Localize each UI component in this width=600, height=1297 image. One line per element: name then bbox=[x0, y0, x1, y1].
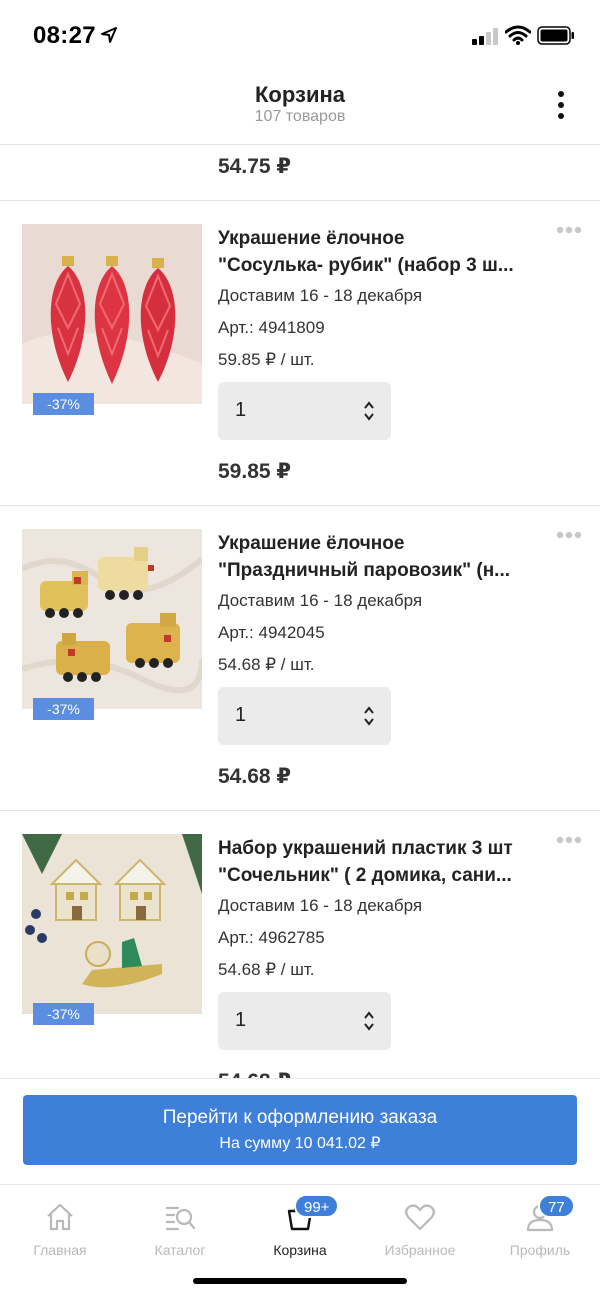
status-time: 08:27 bbox=[33, 22, 96, 49]
product-image[interactable] bbox=[22, 529, 202, 709]
heart-icon bbox=[405, 1204, 435, 1231]
tab-catalog[interactable]: Каталог bbox=[120, 1185, 240, 1265]
quantity-stepper[interactable]: 1 bbox=[218, 992, 391, 1050]
product-name-line1[interactable]: Украшение ёлочное bbox=[218, 225, 548, 252]
product-image[interactable] bbox=[22, 834, 202, 1014]
tab-label: Главная bbox=[33, 1242, 87, 1258]
delivery-date: Доставим 16 - 18 декабря bbox=[218, 286, 423, 305]
items-count: 107 товаров bbox=[254, 108, 346, 125]
profile-badge: 77 bbox=[538, 1194, 575, 1218]
cart-item: -37% Украшение ёлочное "Сосулька- рубик"… bbox=[0, 201, 600, 506]
product-name-line2[interactable]: "Сочельник" ( 2 домика, сани... bbox=[218, 862, 548, 889]
tab-home[interactable]: Главная bbox=[0, 1185, 120, 1265]
delivery-date: Доставим 16 - 18 декабря bbox=[218, 896, 423, 915]
item-total: 54.68 ₽ bbox=[218, 765, 291, 788]
tab-label: Корзина bbox=[273, 1242, 327, 1258]
up-down-chevron-icon bbox=[364, 706, 374, 726]
home-icon bbox=[47, 1203, 73, 1231]
item-total: 54.68 ₽ bbox=[218, 1069, 291, 1078]
item-total: 59.85 ₽ bbox=[218, 460, 291, 483]
tab-label: Избранное bbox=[384, 1242, 456, 1258]
tab-favorites[interactable]: Избранное bbox=[360, 1185, 480, 1265]
tab-label: Профиль bbox=[509, 1242, 571, 1258]
article-number: Арт.: 4941809 bbox=[218, 318, 325, 337]
cart-item: -37% Набор украшений пластик 3 шт "Сочел… bbox=[0, 811, 600, 1078]
quantity-stepper[interactable]: 1 bbox=[218, 382, 391, 440]
unit-price: 59.85 ₽ / шт. bbox=[218, 350, 315, 369]
more-horizontal-icon[interactable] bbox=[556, 529, 582, 541]
checkout-label: Перейти к оформлению заказа bbox=[162, 1107, 438, 1128]
quantity-value: 1 bbox=[235, 1009, 247, 1031]
checkout-sum: На сумму 10 041.02 ₽ bbox=[219, 1135, 381, 1152]
catalog-search-icon bbox=[165, 1206, 196, 1231]
article-number: Арт.: 4942045 bbox=[218, 623, 325, 642]
unit-price: 54.68 ₽ / шт. bbox=[218, 960, 315, 979]
battery-icon bbox=[537, 26, 574, 45]
location-arrow-icon bbox=[101, 27, 117, 43]
tab-profile[interactable]: 77 Профиль bbox=[480, 1185, 600, 1265]
list-item: 54.75 ₽ bbox=[0, 146, 600, 201]
cart-header: Корзина 107 товаров bbox=[0, 70, 600, 145]
delivery-date: Доставим 16 - 18 декабря bbox=[218, 591, 423, 610]
wifi-icon bbox=[505, 25, 531, 45]
product-image[interactable] bbox=[22, 224, 202, 404]
more-horizontal-icon[interactable] bbox=[556, 224, 582, 236]
cellular-signal-icon bbox=[472, 28, 498, 45]
more-horizontal-icon[interactable] bbox=[556, 834, 582, 846]
status-bar: 08:27 bbox=[0, 0, 600, 70]
product-name-line1[interactable]: Набор украшений пластик 3 шт bbox=[218, 835, 548, 862]
quantity-stepper[interactable]: 1 bbox=[218, 687, 391, 745]
discount-badge: -37% bbox=[33, 698, 94, 720]
product-name-line2[interactable]: "Праздничный паровозик" (н... bbox=[218, 557, 548, 584]
tab-cart[interactable]: 99+ Корзина bbox=[240, 1185, 360, 1265]
article-number: Арт.: 4962785 bbox=[218, 928, 325, 947]
item-total: 54.75 ₽ bbox=[218, 155, 291, 178]
tab-label: Каталог bbox=[154, 1242, 206, 1258]
checkout-bar: Перейти к оформлению заказа На сумму 10 … bbox=[0, 1078, 600, 1184]
discount-badge: -37% bbox=[33, 393, 94, 415]
cart-item: -37% Украшение ёлочное "Праздничный паро… bbox=[0, 506, 600, 811]
product-name-line1[interactable]: Украшение ёлочное bbox=[218, 530, 548, 557]
cart-list[interactable]: 54.75 ₽ -37% Украшение ёлочное "Сосулька… bbox=[0, 146, 600, 1078]
more-vertical-icon[interactable] bbox=[554, 90, 568, 120]
quantity-value: 1 bbox=[235, 399, 247, 421]
product-name-line2[interactable]: "Сосулька- рубик" (набор 3 ш... bbox=[218, 252, 548, 279]
up-down-chevron-icon bbox=[364, 401, 374, 421]
checkout-button[interactable]: Перейти к оформлению заказа На сумму 10 … bbox=[23, 1095, 577, 1165]
quantity-value: 1 bbox=[235, 704, 247, 726]
up-down-chevron-icon bbox=[364, 1011, 374, 1031]
discount-badge: -37% bbox=[33, 1003, 94, 1025]
page-title: Корзина bbox=[255, 82, 345, 107]
unit-price: 54.68 ₽ / шт. bbox=[218, 655, 315, 674]
cart-count-badge: 99+ bbox=[294, 1194, 340, 1218]
home-indicator bbox=[193, 1278, 407, 1284]
